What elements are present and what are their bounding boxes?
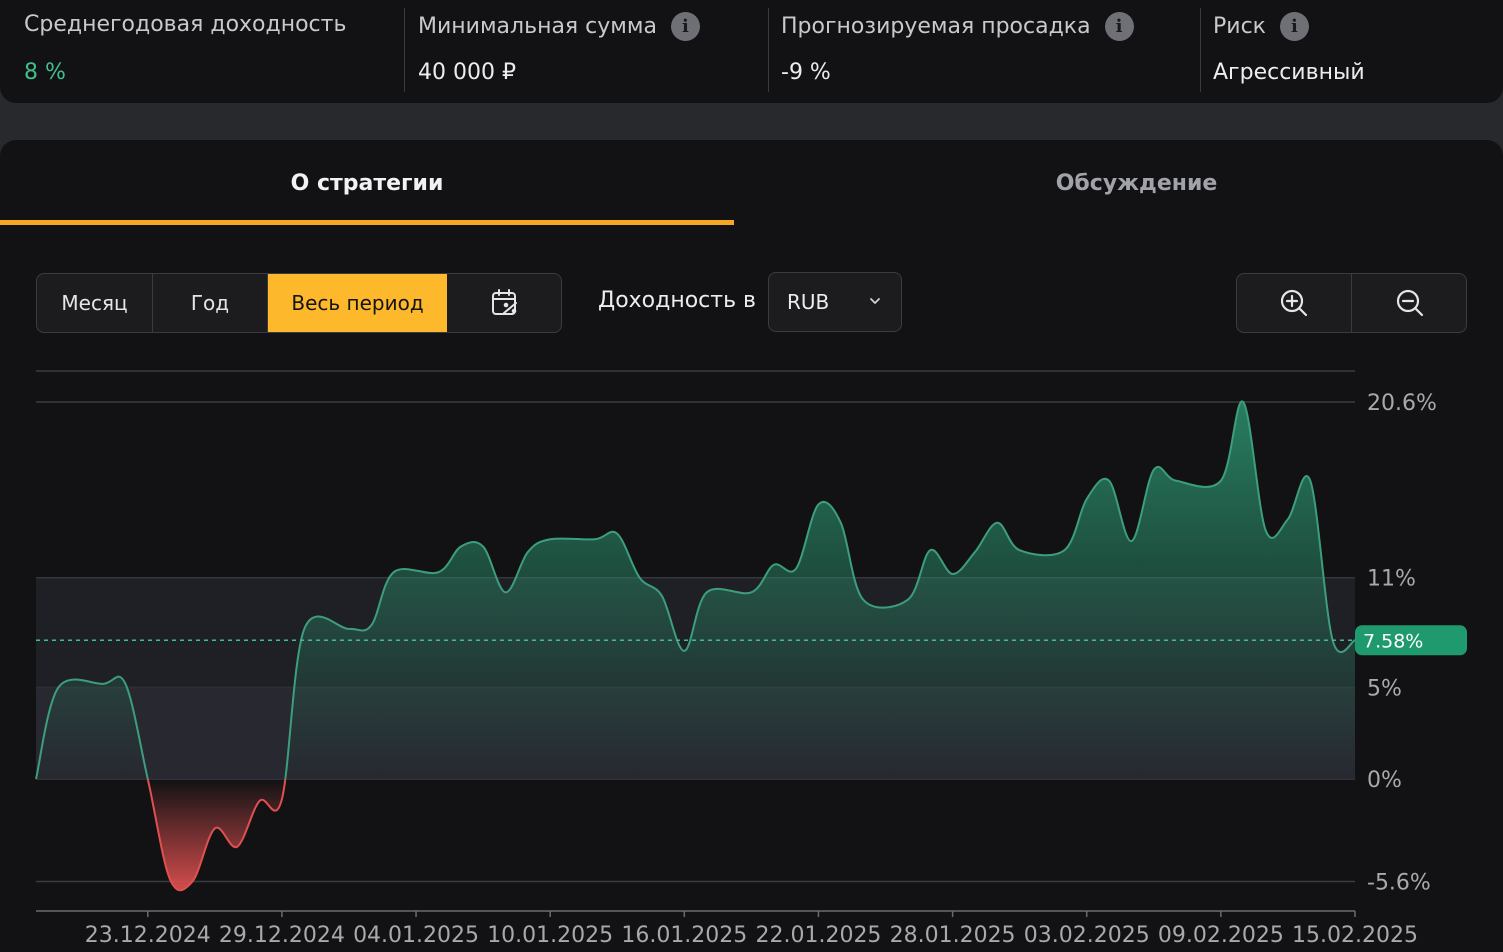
x-tick-label: 22.01.2025: [755, 923, 881, 948]
x-tick-label: 04.01.2025: [353, 923, 479, 948]
y-tick-label: 20.6%: [1367, 391, 1437, 416]
current-value-label: 7.58%: [1363, 630, 1423, 652]
x-tick-label: 15.02.2025: [1292, 923, 1418, 948]
y-tick-label: 11%: [1367, 567, 1416, 592]
x-tick-label: 10.01.2025: [487, 923, 613, 948]
yield-chart[interactable]: 20.6% 11% 5% 0% -5.6% 7.58% 23.12.2024 29.12.20…: [0, 0, 1503, 952]
x-tick-label: 16.01.2025: [621, 923, 747, 948]
y-tick-label: 5%: [1367, 676, 1402, 701]
x-tick-label: 23.12.2024: [85, 923, 211, 948]
x-tick-label: 29.12.2024: [219, 923, 345, 948]
y-tick-label: 0%: [1367, 768, 1402, 793]
x-tick-label: 28.01.2025: [890, 923, 1016, 948]
x-tick-label: 03.02.2025: [1024, 923, 1150, 948]
x-tick-label: 09.02.2025: [1158, 923, 1284, 948]
y-tick-label: -5.6%: [1367, 870, 1431, 895]
